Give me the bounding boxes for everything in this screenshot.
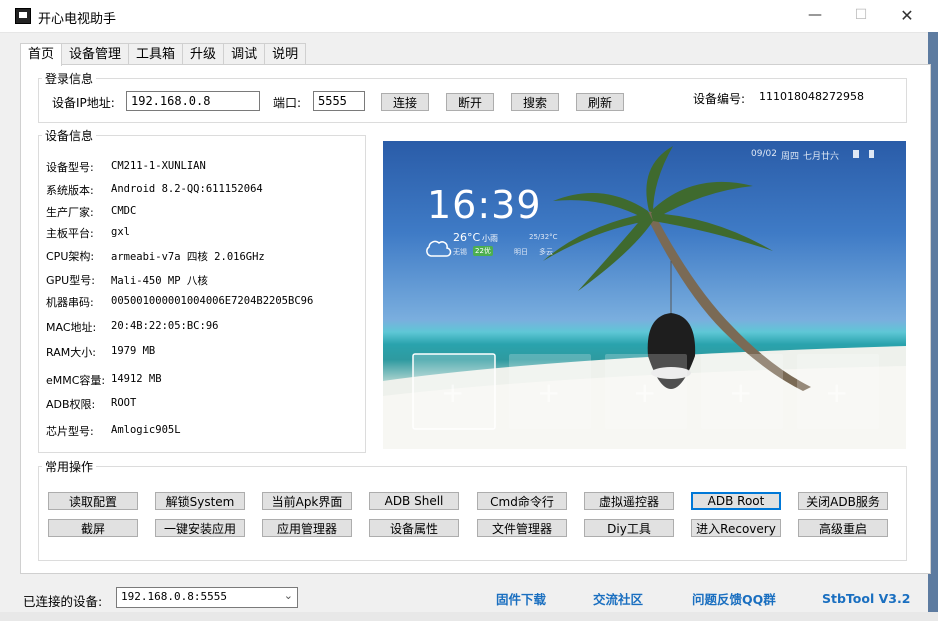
version-link[interactable]: StbTool V3.2 — [822, 591, 910, 606]
tab-debug[interactable]: 调试 — [223, 43, 266, 65]
clock-date: 09/02 — [751, 149, 777, 159]
cmd-button[interactable]: Cmd命令行 — [477, 492, 567, 510]
info-label-emmc: eMMC容量: — [46, 374, 106, 387]
info-label-manufacturer: 生产厂家: — [46, 206, 94, 219]
login-group-title: 登录信息 — [42, 70, 97, 87]
window-title: 开心电视助手 — [38, 12, 117, 27]
connected-device-select[interactable]: 192.168.0.8:5555 ⌄ — [116, 587, 298, 608]
community-link[interactable]: 交流社区 — [593, 589, 643, 608]
virtual-remote-button[interactable]: 虚拟遥控器 — [584, 492, 674, 510]
tile-plus-icon: + — [537, 376, 561, 409]
weather-temp: 26°C — [453, 231, 481, 244]
weather-aqi: 22优 — [473, 246, 493, 256]
tab-home[interactable]: 首页 — [20, 43, 63, 66]
tab-help[interactable]: 说明 — [264, 43, 307, 65]
app-icon — [15, 8, 31, 24]
device-no-value: 111018048272958 — [759, 90, 864, 103]
tv-screen-preview: 16:39 09/02 周四 七月廿六 26°C 小雨 无锡 22优 25/32… — [383, 141, 906, 449]
info-value-cpu: armeabi-v7a 四核 2.016GHz — [111, 251, 265, 263]
info-label-mac: MAC地址: — [46, 321, 97, 334]
info-value-system: Android 8.2-QQ:611152064 — [111, 183, 263, 195]
common-ops-group — [38, 466, 907, 561]
firmware-download-link[interactable]: 固件下载 — [496, 589, 546, 608]
advanced-reboot-button[interactable]: 高级重启 — [798, 519, 888, 537]
feedback-qq-link[interactable]: 问题反馈QQ群 — [692, 589, 776, 608]
tab-upgrade[interactable]: 升级 — [182, 43, 225, 65]
device-properties-button[interactable]: 设备属性 — [369, 519, 459, 537]
adb-shell-button[interactable]: ADB Shell — [369, 492, 459, 510]
unlock-system-button[interactable]: 解锁System — [155, 492, 245, 510]
file-manager-button[interactable]: 文件管理器 — [477, 519, 567, 537]
tile-plus-icon: + — [633, 376, 657, 409]
ip-input[interactable]: 192.168.0.8 — [126, 91, 260, 111]
close-button[interactable]: ✕ — [884, 0, 930, 30]
clock-weekday: 周四 — [781, 152, 800, 162]
info-label-serial: 机器串码: — [46, 296, 94, 309]
desktop-bottom-strip — [0, 612, 938, 621]
tomorrow-weather: 多云 — [539, 248, 553, 256]
info-label-cpu: CPU架构: — [46, 250, 95, 263]
screenshot-button[interactable]: 截屏 — [48, 519, 138, 537]
info-value-board: gxl — [111, 226, 130, 238]
weather-city: 无锡 — [453, 248, 467, 256]
refresh-button[interactable]: 刷新 — [576, 93, 624, 111]
connected-device-value: 192.168.0.8:5555 — [121, 590, 227, 603]
adb-root-button[interactable]: ADB Root — [691, 492, 781, 510]
weather-desc: 小雨 — [482, 234, 498, 243]
app-manager-button[interactable]: 应用管理器 — [262, 519, 352, 537]
maximize-button[interactable]: ☐ — [838, 0, 884, 30]
common-ops-group-title: 常用操作 — [42, 458, 97, 475]
read-config-button[interactable]: 读取配置 — [48, 492, 138, 510]
connect-button[interactable]: 连接 — [381, 93, 429, 111]
info-value-gpu: Mali-450 MP 八核 — [111, 275, 208, 287]
tile-plus-icon: + — [825, 376, 849, 409]
port-label: 端口: — [273, 96, 302, 110]
info-label-adb: ADB权限: — [46, 398, 96, 411]
clock-time: 16:39 — [427, 183, 542, 227]
current-apk-button[interactable]: 当前Apk界面 — [262, 492, 352, 510]
tile-plus-icon: + — [441, 376, 465, 409]
info-value-mac: 20:4B:22:05:BC:96 — [111, 320, 219, 332]
ip-label: 设备IP地址: — [52, 96, 115, 110]
port-input[interactable]: 5555 — [313, 91, 365, 111]
device-info-group-title: 设备信息 — [42, 127, 97, 144]
clock-lunar: 七月廿六 — [803, 152, 840, 162]
info-value-model: CM211-1-XUNLIAN — [111, 160, 206, 172]
connected-device-label: 已连接的设备: — [23, 594, 103, 609]
info-label-model: 设备型号: — [46, 161, 94, 174]
tile-plus-icon: + — [729, 376, 753, 409]
one-click-install-button[interactable]: 一键安装应用 — [155, 519, 245, 537]
tomorrow-range: 25/32°C — [529, 233, 558, 241]
tab-bar: 首页 设备管理 工具箱 升级 调试 说明 — [20, 43, 307, 66]
info-label-system: 系统版本: — [46, 184, 94, 197]
disconnect-button[interactable]: 断开 — [446, 93, 494, 111]
device-no-label: 设备编号: — [693, 92, 746, 106]
enter-recovery-button[interactable]: 进入Recovery — [691, 519, 781, 537]
info-value-manufacturer: CMDC — [111, 205, 137, 217]
tab-device-management[interactable]: 设备管理 — [61, 43, 130, 65]
info-value-chip: Amlogic905L — [111, 424, 181, 436]
diy-tools-button[interactable]: Diy工具 — [584, 519, 674, 537]
tab-toolbox[interactable]: 工具箱 — [128, 43, 184, 65]
info-label-gpu: GPU型号: — [46, 274, 95, 287]
chevron-down-icon: ⌄ — [283, 589, 293, 602]
tomorrow-label: 明日 — [514, 248, 528, 256]
close-adb-service-button[interactable]: 关闭ADB服务 — [798, 492, 888, 510]
minimize-button[interactable]: — — [792, 0, 838, 30]
info-value-ram: 1979 MB — [111, 345, 156, 357]
info-label-ram: RAM大小: — [46, 346, 96, 359]
title-bar: 开心电视助手 — ☐ ✕ — [0, 0, 938, 33]
info-value-emmc: 14912 MB — [111, 373, 162, 385]
search-button[interactable]: 搜索 — [511, 93, 559, 111]
info-value-serial: 0050010000010040​06E7204B2205BC96 — [111, 295, 314, 307]
info-label-board: 主板平台: — [46, 227, 94, 240]
info-label-chip: 芯片型号: — [46, 425, 94, 438]
info-value-adb: ROOT — [111, 397, 137, 409]
